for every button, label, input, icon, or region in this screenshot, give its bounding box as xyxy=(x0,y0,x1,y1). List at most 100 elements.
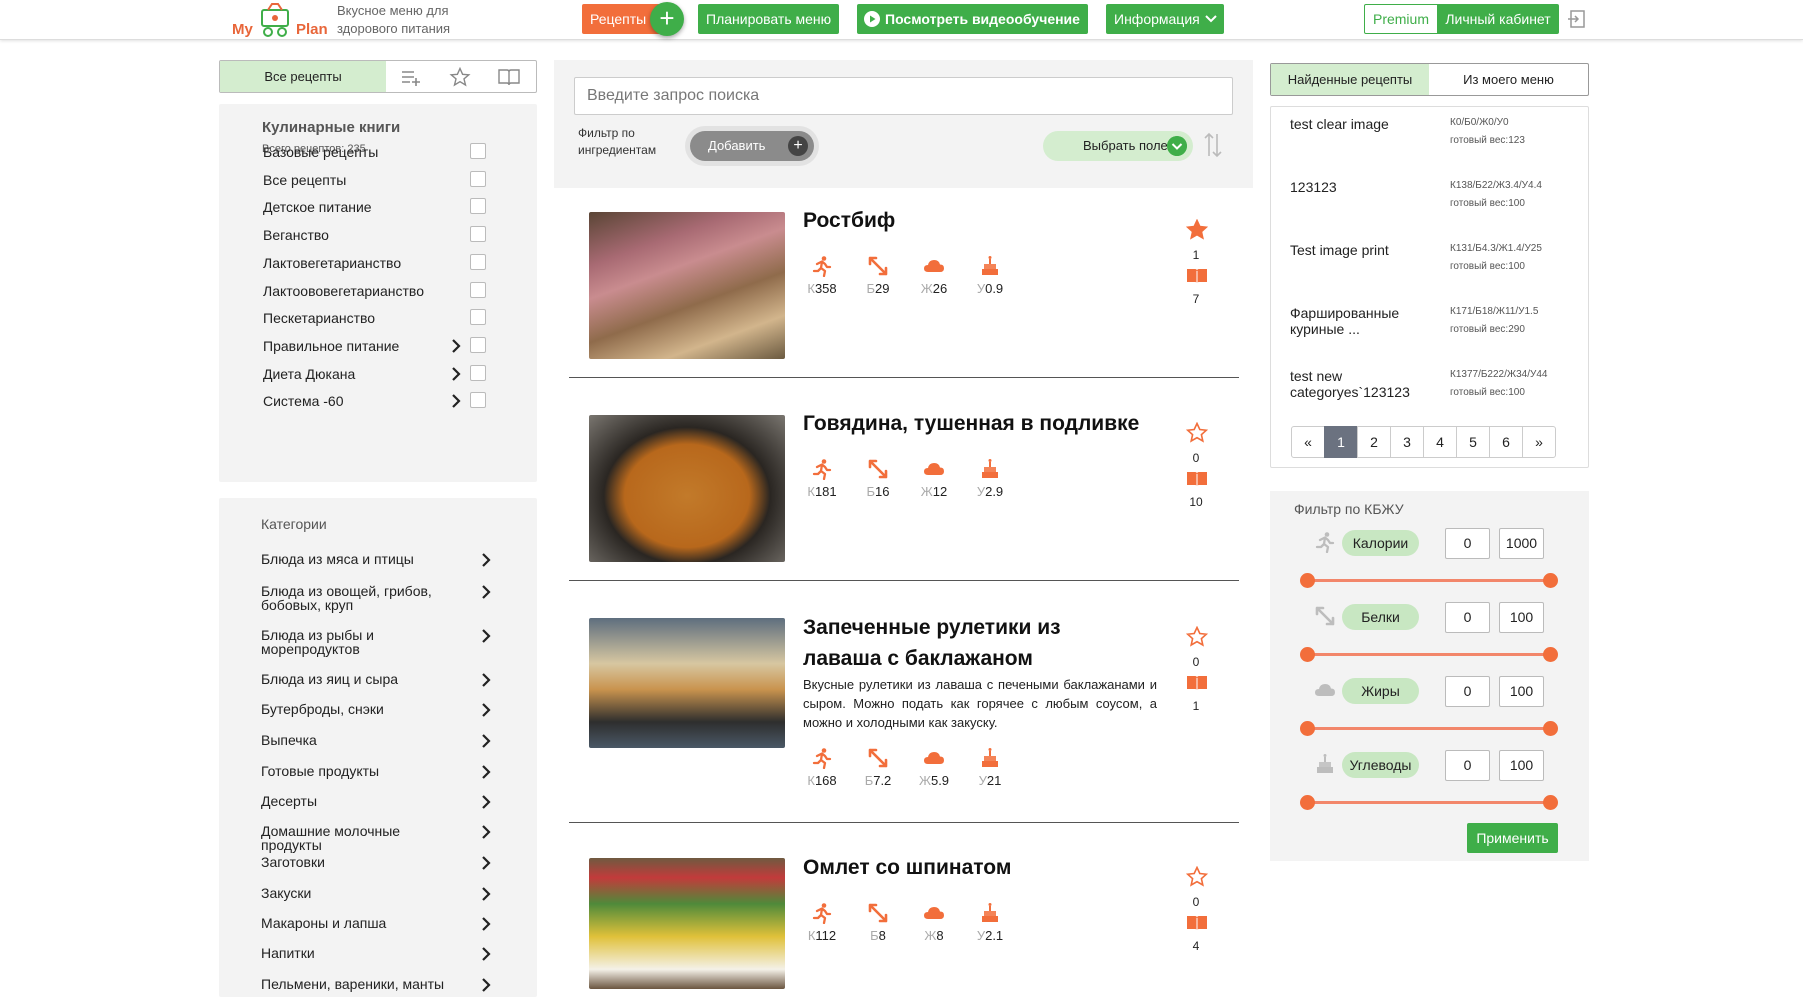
chevron-right-icon[interactable] xyxy=(481,553,491,567)
cookbook-item[interactable]: Диета Дюкана xyxy=(263,366,355,382)
cookbook-item[interactable]: Пескетарианство xyxy=(263,310,375,326)
chevron-right-icon[interactable] xyxy=(481,673,491,687)
cookbook-checkbox[interactable] xyxy=(470,336,486,353)
category-item[interactable]: Пельмени, вареники, манты xyxy=(261,977,461,991)
kbju-min-input[interactable]: 0 xyxy=(1445,750,1490,781)
kbju-range-slider[interactable] xyxy=(1300,795,1558,810)
cookbook-checkbox[interactable] xyxy=(470,392,486,409)
chevron-right-icon[interactable] xyxy=(481,887,491,901)
chevron-right-icon[interactable] xyxy=(481,765,491,779)
chevron-right-icon[interactable] xyxy=(481,703,491,717)
cookbook-checkbox[interactable] xyxy=(470,226,486,243)
tab-found-recipes[interactable]: Найденные рецепты xyxy=(1271,64,1429,95)
cookbook-icon[interactable] xyxy=(1186,914,1208,932)
cookbook-checkbox[interactable] xyxy=(470,253,486,270)
recipe-title[interactable]: Ростбиф xyxy=(803,205,1153,236)
cookbook-checkbox[interactable] xyxy=(470,198,486,215)
found-recipe-name[interactable]: test new categoryes`123123 xyxy=(1290,368,1430,400)
cookbook-icon[interactable] xyxy=(498,67,520,87)
category-item[interactable]: Готовые продукты xyxy=(261,764,461,778)
kbju-max-input[interactable]: 100 xyxy=(1499,750,1544,781)
slider-max-handle[interactable] xyxy=(1543,795,1558,810)
kbju-range-slider[interactable] xyxy=(1300,647,1558,662)
premium-button[interactable]: Premium xyxy=(1364,4,1438,34)
chevron-right-icon[interactable] xyxy=(481,629,491,643)
category-item[interactable]: Десерты xyxy=(261,794,461,808)
recipe-card[interactable]: Ростбиф К358 Б29 Ж26 У0.9 1 7 xyxy=(570,205,1238,365)
cookbook-icon[interactable] xyxy=(1186,267,1208,285)
found-recipe-name[interactable]: test clear image xyxy=(1290,116,1430,132)
cookbook-item[interactable]: Лактовегетарианство xyxy=(263,255,401,271)
category-item[interactable]: Бутерброды, снэки xyxy=(261,702,461,716)
slider-max-handle[interactable] xyxy=(1543,647,1558,662)
found-recipe-name[interactable]: Test image print xyxy=(1290,242,1430,258)
page-button[interactable]: 2 xyxy=(1357,426,1391,458)
page-button[interactable]: 3 xyxy=(1390,426,1424,458)
slider-max-handle[interactable] xyxy=(1543,573,1558,588)
kbju-min-input[interactable]: 0 xyxy=(1445,676,1490,707)
chevron-right-icon[interactable] xyxy=(451,394,461,409)
cookbook-checkbox[interactable] xyxy=(470,281,486,298)
cookbook-icon[interactable] xyxy=(1186,470,1208,488)
favorites-star-icon[interactable] xyxy=(449,67,471,87)
page-button[interactable]: « xyxy=(1291,426,1325,458)
chevron-right-icon[interactable] xyxy=(451,339,461,353)
category-item[interactable]: Блюда из овощей, грибов, бобовых, круп xyxy=(261,584,461,612)
recipe-card[interactable]: Запеченные рулетики из лаваша с баклажан… xyxy=(570,612,1238,792)
info-dropdown-button[interactable]: Информация xyxy=(1106,4,1224,34)
apply-filter-button[interactable]: Применить xyxy=(1467,823,1558,853)
watch-video-button[interactable]: Посмотреть видеообучение xyxy=(857,4,1088,34)
kbju-min-input[interactable]: 0 xyxy=(1445,528,1490,559)
cookbook-item[interactable]: Правильное питание xyxy=(263,338,399,354)
cookbook-icon[interactable] xyxy=(1186,674,1208,692)
cookbook-item[interactable]: Базовые рецепты xyxy=(263,144,378,160)
slider-min-handle[interactable] xyxy=(1300,721,1315,736)
tab-all-recipes[interactable]: Все рецепты xyxy=(220,61,386,92)
recipe-photo[interactable] xyxy=(589,415,785,562)
sort-order-icon[interactable] xyxy=(1203,130,1223,160)
category-item[interactable]: Макароны и лапша xyxy=(261,916,461,930)
slider-min-handle[interactable] xyxy=(1300,573,1315,588)
slider-min-handle[interactable] xyxy=(1300,647,1315,662)
personal-cabinet-button[interactable]: Личный кабинет xyxy=(1437,4,1559,34)
category-item[interactable]: Домашние молочные продукты xyxy=(261,824,461,852)
kbju-max-input[interactable]: 100 xyxy=(1499,676,1544,707)
cookbook-checkbox[interactable] xyxy=(470,309,486,326)
recipe-title[interactable]: Омлет со шпинатом xyxy=(803,852,1153,883)
recipe-card[interactable]: Омлет со шпинатом К112 Б8 Ж8 У2.1 0 4 xyxy=(570,852,1238,997)
cookbook-item[interactable]: Веганство xyxy=(263,227,329,243)
search-input[interactable]: Введите запрос поиска xyxy=(574,77,1233,115)
page-button[interactable]: 1 xyxy=(1324,426,1358,458)
logo[interactable]: My Plan xyxy=(232,2,328,40)
recipe-title[interactable]: Запеченные рулетики из лаваша с баклажан… xyxy=(803,612,1133,674)
tab-from-my-menu[interactable]: Из моего меню xyxy=(1429,64,1588,95)
cookbook-item[interactable]: Система -60 xyxy=(263,393,344,409)
category-item[interactable]: Блюда из мяса и птицы xyxy=(261,552,461,566)
recipe-card[interactable]: Говядина, тушенная в подливке К181 Б16 Ж12… xyxy=(570,408,1238,568)
chevron-right-icon[interactable] xyxy=(481,917,491,931)
add-ingredient-button[interactable]: Добавить + xyxy=(690,131,814,161)
plan-menu-button[interactable]: Планировать меню xyxy=(698,4,840,34)
chevron-right-icon[interactable] xyxy=(451,366,461,381)
page-button[interactable]: 4 xyxy=(1423,426,1457,458)
chevron-right-icon[interactable] xyxy=(481,825,491,839)
favorite-star-icon[interactable] xyxy=(1186,219,1208,241)
cookbook-checkbox[interactable] xyxy=(470,170,486,187)
chevron-right-icon[interactable] xyxy=(481,795,491,809)
add-recipe-button[interactable]: + xyxy=(650,2,684,36)
chevron-right-icon[interactable] xyxy=(481,585,491,599)
sort-field-select[interactable]: Выбрать поле xyxy=(1043,131,1193,161)
category-item[interactable]: Блюда из рыбы и морепродуктов xyxy=(261,628,461,656)
found-recipe-name[interactable]: 123123 xyxy=(1290,179,1430,195)
cookbook-checkbox[interactable] xyxy=(470,143,486,159)
kbju-range-slider[interactable] xyxy=(1300,573,1558,588)
recipe-photo[interactable] xyxy=(589,858,785,989)
category-item[interactable]: Закуски xyxy=(261,886,461,900)
kbju-min-input[interactable]: 0 xyxy=(1445,602,1490,633)
chevron-right-icon[interactable] xyxy=(481,856,491,870)
recipe-photo[interactable] xyxy=(589,618,785,748)
cookbook-item[interactable]: Лактоововегетарианство xyxy=(263,283,424,299)
recipe-title[interactable]: Говядина, тушенная в подливке xyxy=(803,408,1153,439)
kbju-max-input[interactable]: 1000 xyxy=(1499,528,1544,559)
cookbook-checkbox[interactable] xyxy=(470,364,486,381)
